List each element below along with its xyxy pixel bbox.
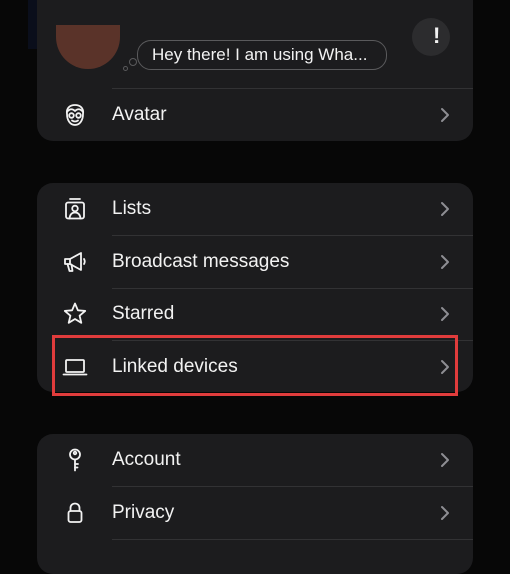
menu-item-privacy[interactable]: Privacy	[37, 487, 473, 539]
divider	[112, 88, 473, 89]
avatar-row[interactable]: Avatar	[37, 89, 473, 141]
menu-item-starred[interactable]: Starred	[37, 288, 473, 340]
lock-icon	[62, 500, 88, 526]
lists-icon	[62, 196, 88, 222]
corner-button-glyph: !	[433, 23, 441, 48]
chevron-right-icon	[439, 305, 451, 323]
chevron-right-icon	[439, 451, 451, 469]
key-icon	[62, 447, 88, 473]
menu-item-label: Privacy	[112, 502, 175, 523]
megaphone-icon	[62, 249, 88, 275]
profile-corner-button[interactable]: !	[412, 18, 450, 56]
avatar-label: Avatar	[112, 104, 167, 125]
menu-item-label: Lists	[112, 198, 152, 219]
menu-item-broadcast-messages[interactable]: Broadcast messages	[37, 236, 473, 288]
star-icon	[62, 301, 88, 327]
highlight-box	[52, 335, 458, 396]
chevron-right-icon	[439, 200, 451, 218]
menu-item-account[interactable]: Account	[37, 434, 473, 486]
menu-item-label: Account	[112, 449, 181, 470]
status-bubble-dot	[129, 58, 137, 66]
menu-group-2: Account Privacy	[37, 434, 473, 574]
avatar-icon	[62, 102, 88, 128]
status-text: Hey there! I am using Wha...	[152, 45, 368, 64]
chevron-right-icon	[439, 253, 451, 271]
menu-item-lists[interactable]: Lists	[37, 183, 473, 235]
divider	[112, 539, 473, 540]
menu-item-label: Starred	[112, 303, 175, 324]
status-bubble-dot	[123, 66, 128, 71]
chevron-right-icon	[439, 504, 451, 522]
menu-item-label: Broadcast messages	[112, 251, 290, 272]
chevron-right-icon	[439, 106, 451, 124]
status-bubble[interactable]: Hey there! I am using Wha...	[137, 40, 387, 70]
profile-card: Avatar	[37, 0, 473, 141]
